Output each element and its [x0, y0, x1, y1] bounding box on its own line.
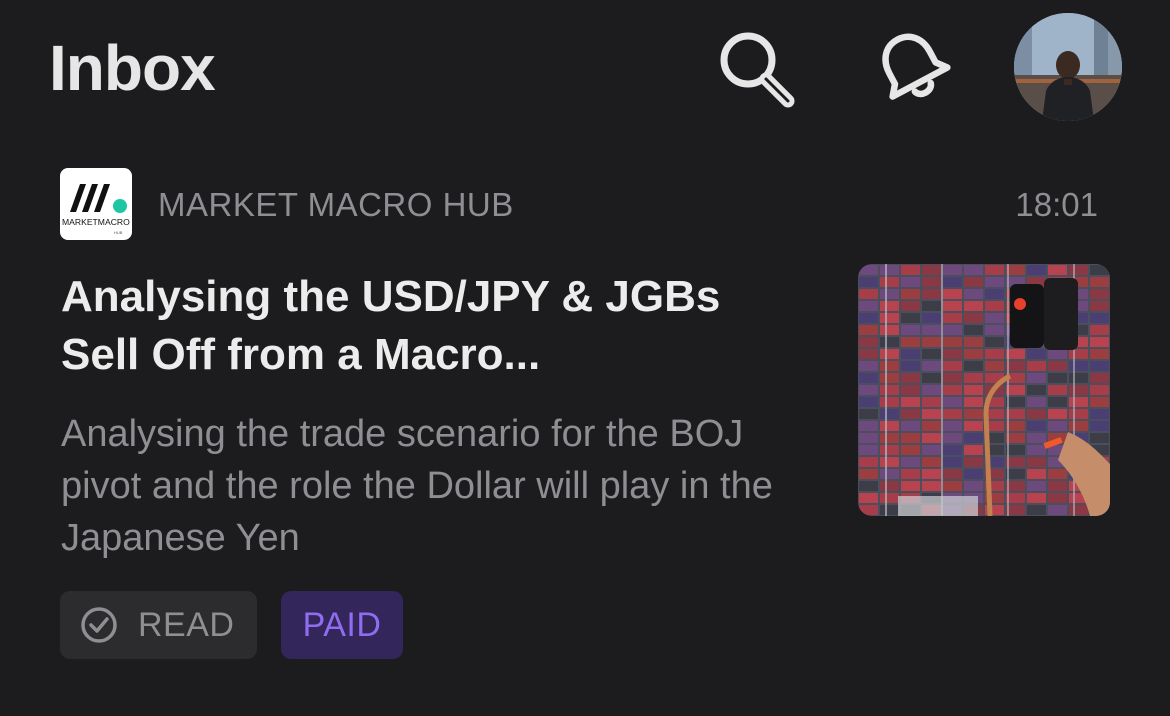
svg-text:HUB: HUB	[114, 230, 123, 235]
search-button[interactable]	[712, 22, 802, 112]
user-avatar-image	[1014, 13, 1122, 121]
read-status-badge: READ	[60, 591, 257, 659]
post-thumbnail[interactable]	[858, 264, 1110, 516]
post-title[interactable]: Analysing the USD/JPY & JGBs Sell Off fr…	[61, 268, 801, 384]
notifications-button[interactable]	[867, 22, 957, 112]
search-icon	[720, 32, 795, 108]
read-label: READ	[138, 605, 235, 644]
post-subtitle: Analysing the trade scenario for the BOJ…	[61, 413, 773, 559]
bell-icon	[882, 33, 951, 100]
publication-logo: MARKETMACRO HUB	[60, 168, 132, 240]
paid-label: PAID	[302, 605, 382, 644]
paid-badge: PAID	[281, 591, 403, 659]
post-time: 18:01	[1015, 186, 1098, 223]
avatar[interactable]	[1014, 13, 1122, 121]
publication-name: MARKET MACRO HUB	[158, 186, 514, 223]
check-circle-icon	[81, 607, 117, 643]
market-board-image	[858, 264, 1110, 516]
svg-text:MARKETMACRO: MARKETMACRO	[62, 217, 130, 227]
page-title: Inbox	[49, 32, 216, 104]
